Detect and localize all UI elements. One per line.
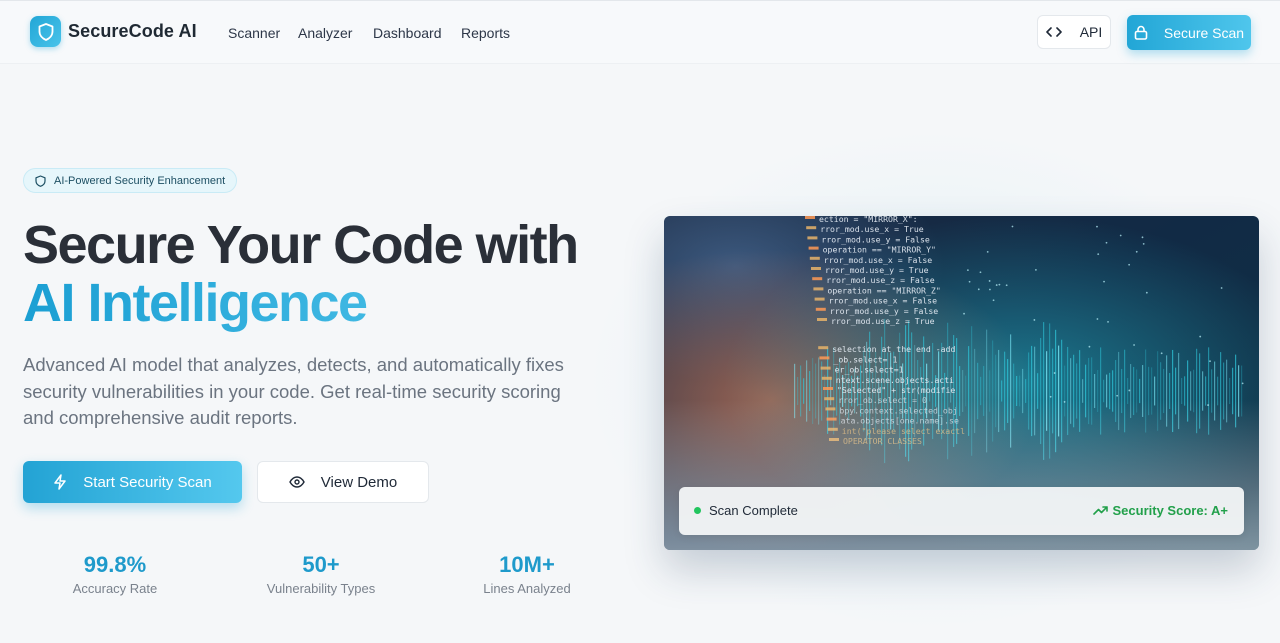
nav-link-reports[interactable]: Reports — [461, 25, 510, 41]
hero-badge: AI-Powered Security Enhancement — [23, 168, 238, 193]
security-score-label: Security Score: A+ — [1112, 503, 1228, 518]
view-demo-button[interactable]: View Demo — [257, 461, 429, 503]
brand[interactable]: SecureCode AI — [30, 16, 197, 47]
lock-icon — [1134, 25, 1148, 40]
secure-scan-button[interactable]: Secure Scan — [1127, 15, 1251, 50]
hero-headline: Secure Your Code with AI Intelligence — [23, 215, 579, 332]
nav-link-scanner[interactable]: Scanner — [228, 25, 280, 41]
view-demo-label: View Demo — [320, 473, 398, 491]
nav-link-analyzer[interactable]: Analyzer — [298, 25, 352, 41]
headline-line-1: Secure Your Code with — [23, 215, 579, 275]
stat-value: 50+ — [302, 552, 340, 577]
stat-label: Accuracy Rate — [72, 581, 158, 596]
api-button-label: API — [1079, 24, 1103, 40]
stat-accuracy: 99.8% Accuracy Rate — [25, 552, 205, 596]
hero-badge-label: AI-Powered Security Enhancement — [54, 174, 226, 187]
stat-value: 99.8% — [83, 552, 147, 577]
security-score: Security Score: A+ — [1092, 503, 1228, 518]
scan-status-text: Scan Complete — [709, 503, 798, 518]
stat-vulnerability-types: 50+ Vulnerability Types — [231, 552, 411, 596]
trending-up-icon — [1092, 505, 1108, 516]
hero-description: Advanced AI model that analyzes, detects… — [23, 354, 564, 428]
lightning-icon — [53, 474, 67, 490]
api-button[interactable]: API — [1037, 15, 1111, 49]
code-icon — [1045, 26, 1062, 38]
status-dot — [694, 507, 701, 514]
brand-name: SecureCode AI — [68, 21, 197, 41]
secure-scan-label: Secure Scan — [1163, 24, 1245, 41]
start-security-scan-button[interactable]: Start Security Scan — [23, 461, 242, 503]
scan-status-card: Scan Complete Security Score: A+ — [679, 487, 1244, 535]
stat-lines-analyzed: 10M+ Lines Analyzed — [437, 552, 617, 596]
eye-icon — [288, 476, 305, 488]
shield-icon — [35, 174, 46, 187]
start-security-scan-label: Start Security Scan — [83, 473, 212, 491]
shield-icon — [30, 16, 61, 47]
stat-label: Lines Analyzed — [483, 581, 571, 596]
headline-line-2: AI Intelligence — [23, 274, 578, 332]
top-navbar: SecureCode AI Scanner Analyzer Dashboard… — [0, 0, 1280, 64]
stat-label: Vulnerability Types — [266, 581, 376, 596]
nav-link-dashboard[interactable]: Dashboard — [373, 25, 442, 41]
stat-value: 10M+ — [499, 552, 555, 577]
